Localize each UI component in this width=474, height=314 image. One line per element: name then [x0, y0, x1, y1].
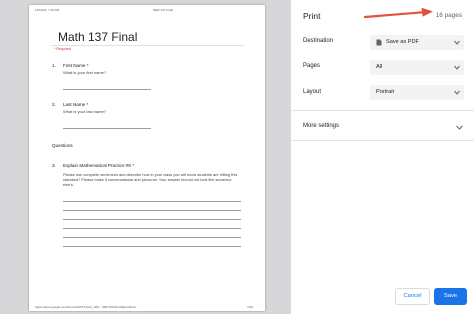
question-3-description: Please use complete sentences and descri…: [63, 172, 238, 188]
question-1-number: 1.: [52, 63, 56, 68]
question-2-description: What is your last name?: [63, 109, 106, 114]
question-1-description: What is your first name?: [63, 70, 107, 75]
question-2-number: 2.: [52, 102, 56, 107]
question-3-label: Explain Mathematical Practice #6 *: [63, 163, 134, 168]
question-3-number: 3.: [52, 163, 56, 168]
print-title: Print: [303, 11, 321, 21]
answer-line: [63, 210, 241, 211]
destination-value: Save as PDF: [386, 39, 419, 45]
destination-label: Destination: [303, 38, 334, 44]
layout-value: Portrait: [376, 89, 395, 95]
answer-line: [63, 228, 241, 229]
page-footer-number: 1/16: [247, 305, 253, 309]
form-title: Math 137 Final: [58, 30, 138, 44]
preview-page: 11/16/21, 7:16 AM Math 137 Final Math 13…: [29, 5, 265, 311]
question-1-label: First Name *: [63, 63, 89, 68]
divider: [291, 110, 474, 111]
answer-line: [63, 237, 241, 238]
answer-line: [63, 219, 241, 220]
more-settings-label: More settings: [303, 123, 340, 129]
title-divider: [51, 45, 244, 46]
page-footer-url: https://docs.google.com/forms/d/1FTXmCk_…: [35, 305, 137, 309]
layout-label: Layout: [303, 89, 322, 95]
answer-line: [63, 246, 241, 247]
page-header-date: 11/16/21, 7:16 AM: [35, 8, 60, 12]
chevron-down-icon: [454, 65, 460, 70]
divider: [291, 140, 474, 141]
pages-label: Pages: [303, 63, 321, 69]
document-icon: [376, 39, 382, 46]
pages-select[interactable]: All: [370, 60, 464, 75]
cancel-button[interactable]: Cancel: [395, 288, 430, 305]
answer-line: [63, 201, 241, 202]
chevron-down-icon: [454, 90, 460, 95]
question-1-answer-line: [63, 89, 151, 90]
destination-select[interactable]: Save as PDF: [370, 35, 464, 50]
pages-value: All: [376, 64, 383, 70]
annotation-arrow-icon: [364, 7, 433, 19]
layout-select[interactable]: Portrait: [370, 85, 464, 100]
question-2-answer-line: [63, 128, 151, 129]
save-button[interactable]: Save: [434, 288, 467, 305]
print-preview-area: 11/16/21, 7:16 AM Math 137 Final Math 13…: [0, 0, 291, 314]
page-header-title: Math 137 Final: [153, 8, 173, 12]
question-2-label: Last Name *: [63, 102, 89, 107]
more-settings-expand-icon[interactable]: [456, 125, 463, 130]
section-title: Questions: [52, 143, 73, 148]
required-note: * Required: [54, 47, 71, 51]
page-count: 16 pages: [435, 12, 462, 19]
chevron-down-icon: [454, 40, 460, 45]
